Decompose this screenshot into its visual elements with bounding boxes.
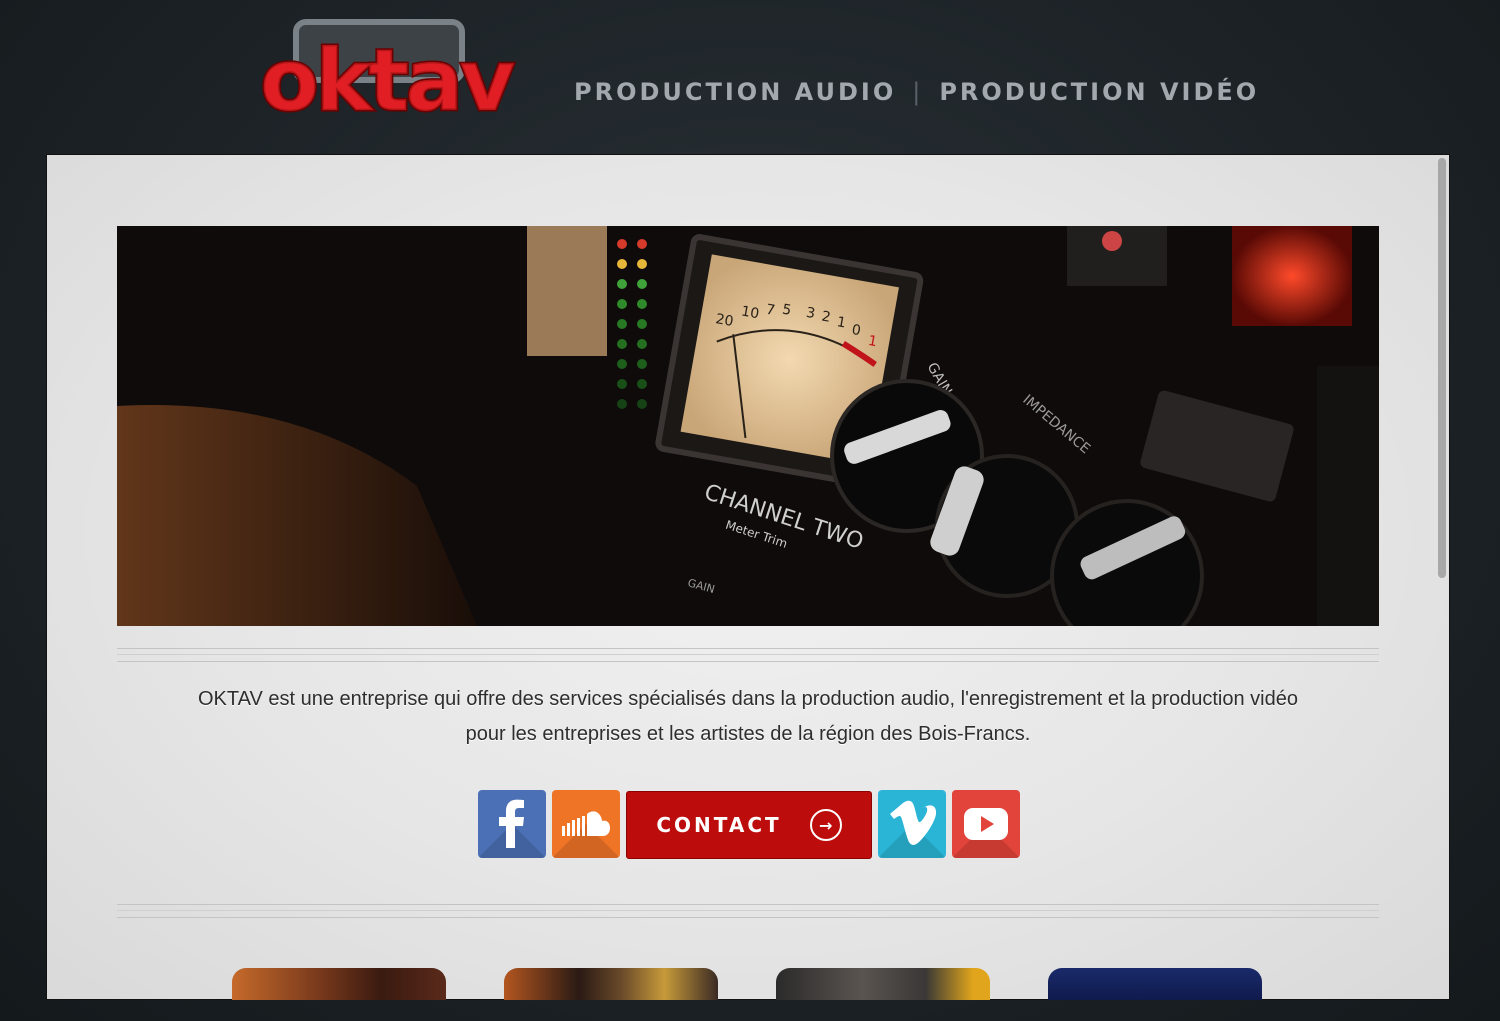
contact-button[interactable]: CONTACT → (626, 791, 872, 859)
arrow-right-icon: → (809, 809, 842, 841)
soundcloud-button[interactable] (552, 790, 620, 858)
contact-label: CONTACT (656, 813, 782, 837)
svg-text:20: 20 (714, 311, 734, 330)
thumbnail-image[interactable] (776, 968, 990, 1000)
facebook-icon (499, 799, 524, 848)
intro-line-1: OKTAV est une entreprise qui offre des s… (198, 688, 1298, 710)
youtube-icon (964, 808, 1008, 840)
vimeo-button[interactable] (878, 790, 946, 858)
nav-production-audio[interactable]: PRODUCTION AUDIO (574, 78, 896, 106)
oktav-logo[interactable]: oktav oktav (258, 18, 520, 133)
intro-text: OKTAV est une entreprise qui offre des s… (117, 682, 1379, 752)
scrollbar[interactable] (1438, 158, 1446, 578)
main-nav: PRODUCTION AUDIO | PRODUCTION VIDÉO (574, 78, 1259, 106)
youtube-button[interactable] (952, 790, 1020, 858)
thumbnail-image[interactable] (232, 968, 446, 1000)
vimeo-icon (890, 800, 937, 845)
svg-text:10: 10 (740, 303, 760, 322)
facebook-button[interactable] (478, 790, 546, 858)
hero-banner-image: 20 10 7 5 3 2 1 0 1 CHANNEL TWO Meter Tr… (117, 226, 1379, 626)
nav-separator: | (912, 78, 924, 106)
thumbnail-image[interactable] (1048, 968, 1262, 1000)
intro-line-2: pour les entreprises et les artistes de … (465, 723, 1031, 745)
svg-text:oktav: oktav (260, 31, 514, 120)
content-panel: 20 10 7 5 3 2 1 0 1 CHANNEL TWO Meter Tr… (46, 154, 1450, 1000)
thumbnail-image[interactable] (504, 968, 718, 1000)
nav-production-video[interactable]: PRODUCTION VIDÉO (939, 78, 1259, 106)
social-links: CONTACT → (478, 790, 1020, 859)
soundcloud-icon (562, 811, 610, 836)
divider (117, 904, 1379, 918)
divider (117, 648, 1379, 662)
